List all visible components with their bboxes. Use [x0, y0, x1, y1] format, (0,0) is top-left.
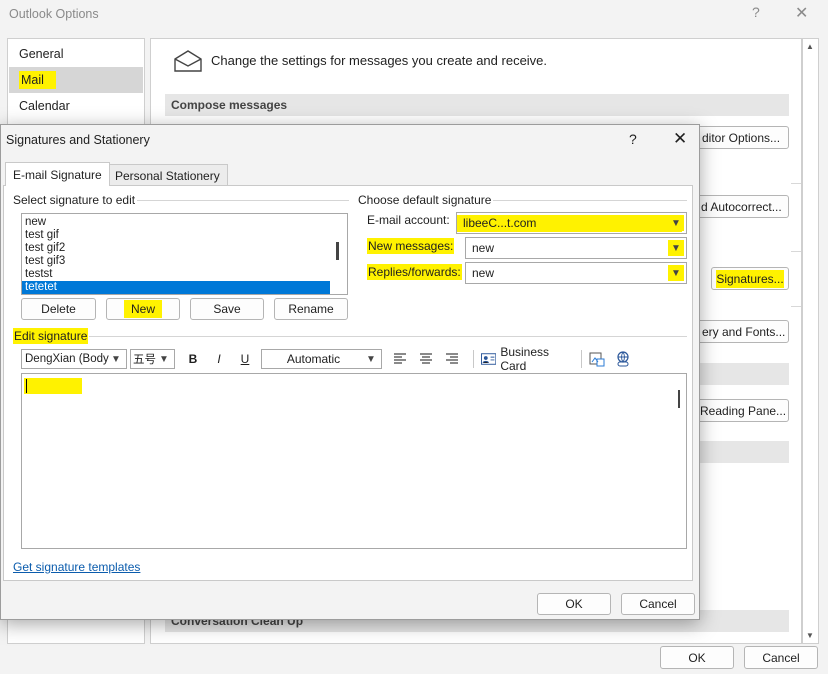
editor-options-button[interactable]: ditor Options...	[697, 126, 789, 149]
default-signature-label: Choose default signature	[358, 193, 492, 207]
signature-list[interactable]: new test gif test gif2 test gif3 testst …	[21, 213, 348, 295]
email-account-label: E-mail account:	[367, 213, 450, 227]
window-title: Outlook Options	[9, 7, 99, 21]
new-messages-value: new	[472, 241, 495, 255]
select-signature-label: Select signature to edit	[13, 193, 136, 207]
options-scrollbar[interactable]: ▲ ▼	[802, 38, 819, 644]
close-icon[interactable]: ✕	[795, 3, 808, 23]
list-item[interactable]: test gif	[22, 229, 330, 242]
dialog-ok-button[interactable]: OK	[537, 593, 611, 615]
scroll-up-icon[interactable]: ▲	[806, 42, 814, 51]
editor-scrollbar-thumb[interactable]	[678, 390, 680, 408]
chevron-down-icon: ▼	[668, 240, 684, 256]
new-button[interactable]: New	[106, 298, 180, 320]
editor-highlight	[24, 378, 82, 394]
font-color-select[interactable]: Automatic ▼	[261, 349, 382, 369]
replies-forwards-label: Replies/forwards:	[367, 264, 462, 280]
new-messages-select[interactable]: new ▼	[465, 237, 687, 259]
list-item[interactable]: new	[22, 216, 330, 229]
envelope-icon	[174, 50, 202, 72]
email-account-select[interactable]: libeeC...t.com ▼	[456, 212, 687, 234]
signature-editor[interactable]	[21, 373, 687, 549]
insert-picture-icon[interactable]	[589, 351, 605, 367]
tab-email-signature[interactable]: E-mail Signature	[5, 162, 110, 186]
signatures-button-label: Signatures...	[716, 269, 784, 288]
help-icon[interactable]: ?	[752, 4, 760, 20]
chevron-down-icon: ▼	[159, 353, 169, 365]
delete-button[interactable]: Delete	[21, 298, 96, 320]
nav-item-general[interactable]: General	[9, 41, 143, 67]
rename-button[interactable]: Rename	[274, 298, 348, 320]
get-signature-templates-link[interactable]: Get signature templates	[13, 560, 140, 574]
dialog-title: Signatures and Stationery	[6, 133, 150, 147]
nav-item-label: General	[19, 47, 64, 61]
reading-pane-button[interactable]: Reading Pane...	[697, 399, 789, 422]
options-ok-button[interactable]: OK	[660, 646, 734, 669]
page-header-text: Change the settings for messages you cre…	[211, 53, 548, 68]
font-size-select[interactable]: 五号 ▼	[130, 349, 175, 369]
help-icon[interactable]: ?	[629, 131, 637, 147]
new-button-label: New	[123, 300, 162, 318]
align-left-icon[interactable]	[393, 353, 407, 365]
edit-signature-label: Edit signature	[13, 328, 89, 344]
list-scrollbar-thumb[interactable]	[336, 242, 339, 260]
nav-item-mail[interactable]: Mail	[9, 67, 143, 93]
font-color-value: Automatic	[286, 352, 341, 366]
autocorrect-button[interactable]: d Autocorrect...	[697, 195, 789, 218]
scroll-down-icon[interactable]: ▼	[806, 631, 814, 640]
signatures-dialog: Signatures and Stationery ? ✕ E-mail Sig…	[0, 124, 700, 620]
list-item[interactable]: testst	[22, 268, 330, 281]
chevron-down-icon: ▼	[111, 353, 121, 365]
replies-forwards-select[interactable]: new ▼	[465, 262, 687, 284]
section-compose-messages: Compose messages	[165, 94, 789, 116]
bold-button[interactable]: B	[185, 349, 201, 369]
list-item[interactable]: test gif2	[22, 242, 330, 255]
business-card-button[interactable]: Business Card	[481, 345, 575, 373]
text-cursor	[26, 379, 27, 393]
signatures-button[interactable]: Signatures...	[711, 267, 789, 290]
business-card-label: Business Card	[500, 345, 550, 373]
nav-item-label: Mail	[19, 71, 56, 89]
chevron-down-icon: ▼	[366, 353, 376, 365]
stationery-fonts-button[interactable]: ery and Fonts...	[697, 320, 789, 343]
underline-button[interactable]: U	[237, 349, 253, 369]
font-size-value: 五号	[133, 354, 156, 366]
tab-personal-stationery[interactable]: Personal Stationery	[107, 164, 228, 186]
italic-button[interactable]: I	[211, 349, 227, 369]
font-select[interactable]: DengXian (Body ▼	[21, 349, 127, 369]
nav-item-label: Calendar	[19, 99, 70, 113]
tab-label: E-mail Signature	[13, 167, 102, 182]
nav-item-calendar[interactable]: Calendar	[9, 93, 143, 119]
dialog-cancel-button[interactable]: Cancel	[621, 593, 695, 615]
list-item[interactable]: test gif3	[22, 255, 330, 268]
hyperlink-icon[interactable]	[614, 351, 632, 367]
new-messages-label: New messages:	[367, 238, 455, 254]
options-cancel-button[interactable]: Cancel	[744, 646, 818, 669]
list-item-selected[interactable]: tetetet	[22, 281, 330, 294]
business-card-icon	[481, 353, 497, 365]
save-button[interactable]: Save	[190, 298, 264, 320]
font-value: DengXian (Body	[25, 353, 109, 365]
close-icon[interactable]: ✕	[673, 129, 687, 149]
replies-forwards-value: new	[472, 266, 495, 280]
email-account-value: libeeC...t.com	[463, 216, 537, 230]
chevron-down-icon: ▼	[668, 265, 684, 281]
align-right-icon[interactable]	[445, 353, 459, 365]
tab-label: Personal Stationery	[115, 168, 220, 183]
chevron-down-icon: ▼	[668, 215, 684, 231]
align-center-icon[interactable]	[419, 353, 433, 365]
